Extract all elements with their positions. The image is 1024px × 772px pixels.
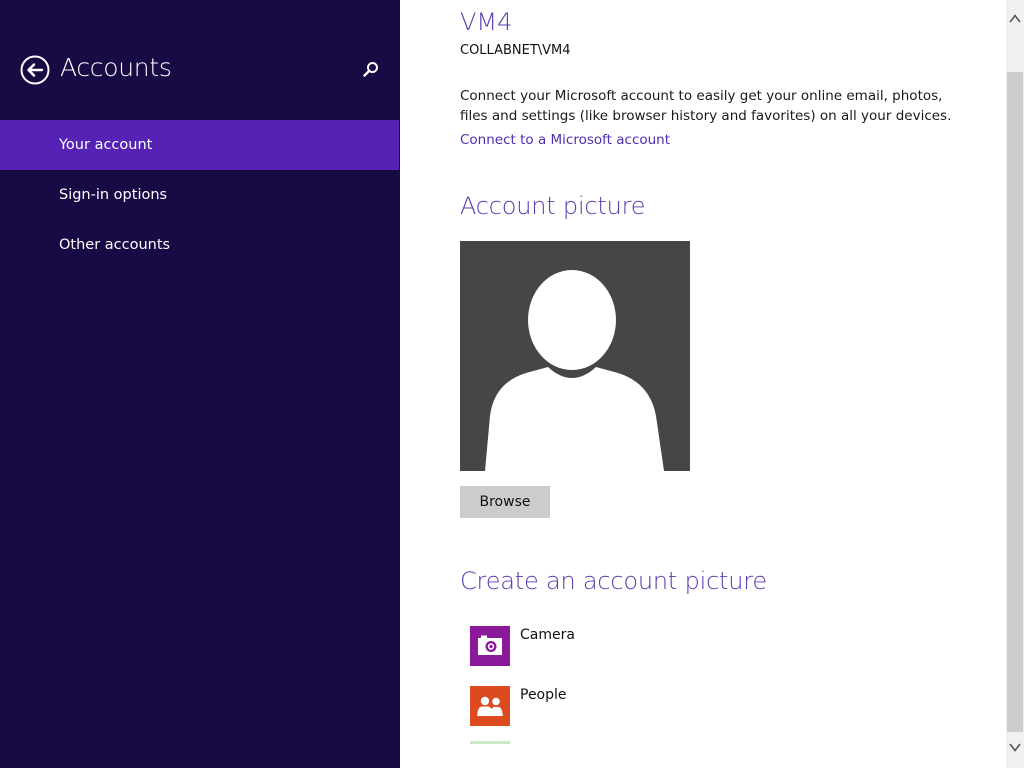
search-button[interactable] <box>361 60 381 80</box>
people-icon <box>477 696 503 716</box>
people-tile <box>470 686 510 726</box>
sidebar-item-other-accounts[interactable]: Other accounts <box>0 220 399 270</box>
app-label: Camera <box>520 627 575 643</box>
create-picture-heading: Create an account picture <box>460 567 767 595</box>
sidebar: Accounts Your account Sign-in options Ot… <box>0 0 400 768</box>
scroll-thumb[interactable] <box>1007 72 1023 732</box>
vertical-scrollbar[interactable] <box>1006 0 1024 768</box>
scroll-down-button[interactable] <box>1006 732 1024 768</box>
camera-icon <box>478 635 502 655</box>
sidebar-item-label: Sign-in options <box>59 187 168 203</box>
page-title: Accounts <box>60 53 172 82</box>
user-domain: COLLABNET\VM4 <box>460 43 571 58</box>
back-arrow-icon <box>20 55 50 85</box>
sidebar-item-your-account[interactable]: Your account <box>0 120 399 170</box>
camera-tile <box>470 626 510 666</box>
sidebar-item-label: Other accounts <box>59 237 171 253</box>
browse-button[interactable]: Browse <box>460 486 550 518</box>
connect-description: Connect your Microsoft account to easily… <box>460 88 952 124</box>
user-name: VM4 <box>460 8 513 36</box>
back-button[interactable] <box>20 55 50 85</box>
scroll-up-button[interactable] <box>1006 0 1024 36</box>
sidebar-item-label: Your account <box>59 137 153 153</box>
default-user-icon <box>485 270 664 471</box>
main-content: VM4 COLLABNET\VM4 Connect your Microsoft… <box>400 0 1006 768</box>
chevron-up-icon <box>1009 14 1021 23</box>
avatar <box>460 241 690 471</box>
account-picture-heading: Account picture <box>460 192 646 220</box>
chevron-down-icon <box>1009 743 1021 752</box>
connect-microsoft-account-link[interactable]: Connect to a Microsoft account <box>460 132 670 148</box>
app-label: People <box>520 687 567 703</box>
sidebar-item-sign-in-options[interactable]: Sign-in options <box>0 170 399 220</box>
partial-app-tile <box>470 741 510 744</box>
search-icon <box>363 62 378 77</box>
